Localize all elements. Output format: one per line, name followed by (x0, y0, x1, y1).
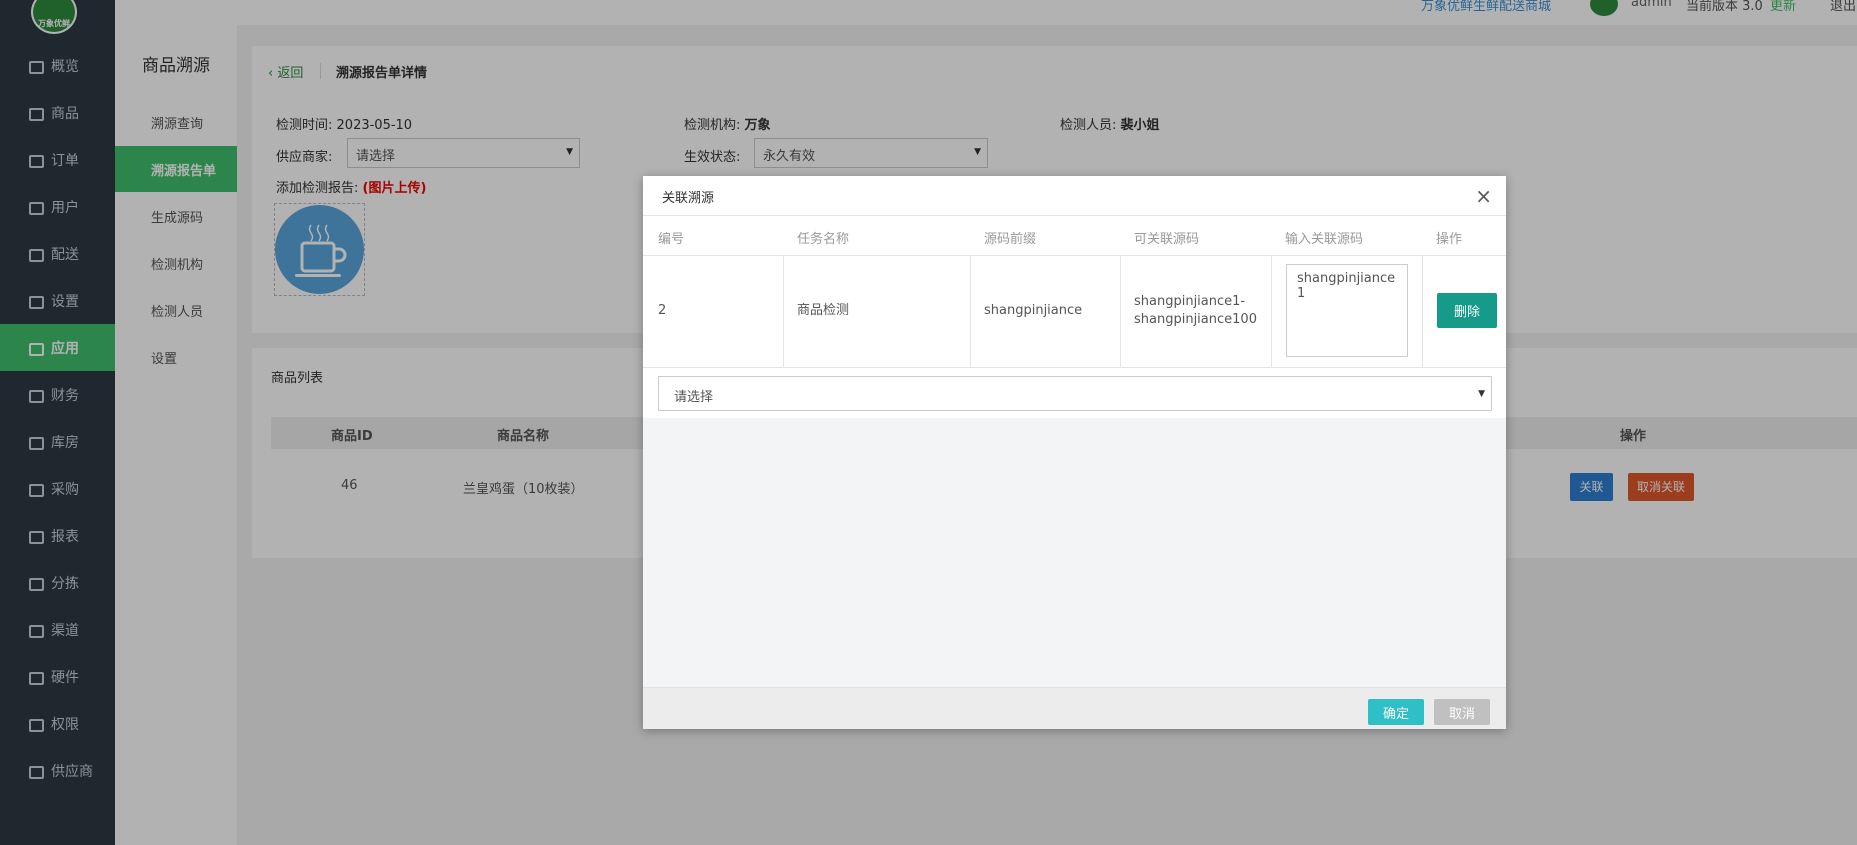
divider (1271, 256, 1272, 368)
row-no: 2 (658, 303, 667, 318)
modal-select-row: 请选择 ▼ (643, 368, 1506, 418)
divider (783, 256, 784, 368)
table-row: 2 商品检测 shangpinjiance shangpinjiance1- sh… (643, 256, 1506, 368)
header-no: 编号 (658, 232, 685, 247)
header-prefix: 源码前缀 (984, 232, 1037, 247)
row-range-start: shangpinjiance1- (1134, 294, 1246, 309)
divider (970, 256, 971, 368)
modal-table-header: 编号 任务名称 源码前缀 可关联源码 输入关联源码 操作 (643, 216, 1506, 256)
header-task: 任务名称 (797, 232, 850, 247)
close-icon[interactable]: × (1475, 184, 1492, 208)
link-trace-modal: 关联溯源 × 编号 任务名称 源码前缀 可关联源码 输入关联源码 操作 2 商品… (643, 176, 1506, 729)
header-input: 输入关联源码 (1285, 232, 1364, 247)
divider (1120, 256, 1121, 368)
modal-footer: 确定 取消 (643, 687, 1506, 729)
task-select-value: 请选择 (674, 390, 714, 405)
confirm-button[interactable]: 确定 (1368, 699, 1424, 725)
row-range-end: shangpinjiance100 (1134, 312, 1257, 327)
row-range: shangpinjiance1- shangpinjiance100 (1134, 293, 1257, 329)
divider (1422, 256, 1423, 368)
row-prefix: shangpinjiance (984, 303, 1083, 318)
task-select[interactable]: 请选择 ▼ (658, 376, 1492, 411)
modal-header: 关联溯源 × (643, 176, 1506, 216)
row-task: 商品检测 (797, 303, 850, 318)
link-code-input[interactable]: shangpinjiance1 (1286, 264, 1408, 357)
header-range: 可关联源码 (1134, 232, 1200, 247)
modal-table: 编号 任务名称 源码前缀 可关联源码 输入关联源码 操作 2 商品检测 shan… (643, 216, 1506, 368)
modal-title: 关联溯源 (662, 191, 715, 206)
header-action: 操作 (1436, 232, 1463, 247)
cancel-button[interactable]: 取消 (1434, 699, 1490, 725)
delete-button[interactable]: 删除 (1437, 293, 1497, 328)
chevron-down-icon: ▼ (1478, 389, 1485, 399)
